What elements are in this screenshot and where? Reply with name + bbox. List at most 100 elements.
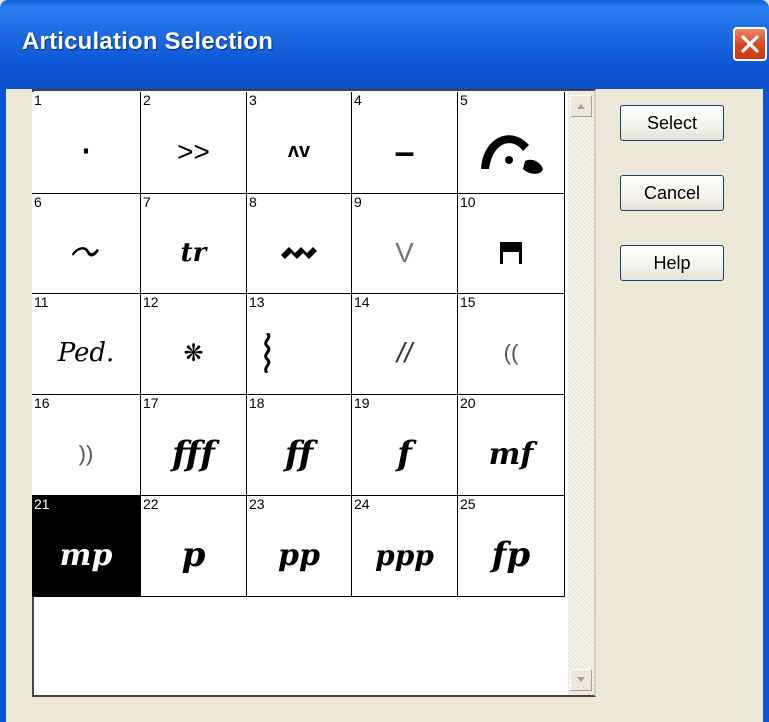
articulation-dialog: Articulation Selection 1 · 2 >> 3 ʌv 4 –…: [0, 0, 769, 722]
window-frame-right: [763, 89, 769, 722]
articulation-cell-10[interactable]: 10: [458, 194, 565, 294]
cell-number: 12: [143, 294, 159, 310]
cell-symbol: f: [397, 434, 412, 474]
cell-number: 19: [354, 395, 370, 411]
window-title: Articulation Selection: [22, 28, 274, 55]
articulation-cell-23[interactable]: 23 pp: [247, 496, 352, 597]
left-parens-icon: ((: [458, 312, 564, 394]
articulation-cell-13[interactable]: 13: [247, 294, 352, 395]
cell-number: 20: [460, 395, 476, 411]
marcato-icon: ʌv: [247, 110, 351, 193]
dynamic-ff: ff: [247, 413, 351, 495]
dynamic-fp: fp: [458, 514, 564, 596]
cell-symbol: mp: [59, 537, 113, 573]
cell-symbol: fff: [172, 434, 215, 474]
cell-number: 16: [34, 395, 50, 411]
cell-number: 4: [354, 92, 362, 108]
scroll-down-button[interactable]: [570, 669, 592, 691]
turn-icon: [32, 212, 140, 293]
articulation-cell-14[interactable]: 14 //: [352, 294, 458, 395]
cell-symbol: V: [395, 236, 414, 268]
tenuto-icon: –: [352, 110, 457, 193]
cell-number: 5: [460, 92, 468, 108]
cell-number: 6: [34, 194, 42, 210]
articulation-cell-7[interactable]: 7 tr: [141, 194, 247, 294]
select-button[interactable]: Select: [620, 105, 724, 141]
articulation-cell-19[interactable]: 19 f: [352, 395, 458, 496]
window-frame-left: [0, 89, 6, 722]
title-bar[interactable]: Articulation Selection: [0, 0, 769, 89]
articulation-cell-9[interactable]: 9 V: [352, 194, 458, 294]
cell-symbol: ((: [503, 340, 519, 365]
articulation-cell-18[interactable]: 18 ff: [247, 395, 352, 496]
accent-icon: >>: [141, 110, 246, 193]
mordent-icon: [247, 212, 351, 293]
articulation-cell-16[interactable]: 16 )): [32, 395, 141, 496]
cell-number: 10: [460, 194, 476, 210]
articulation-cell-11[interactable]: 11 Ped.: [32, 294, 141, 395]
cell-number: 8: [249, 194, 257, 210]
cell-symbol: fp: [491, 535, 531, 575]
scroll-up-button[interactable]: [570, 95, 592, 117]
articulation-grid[interactable]: 1 · 2 >> 3 ʌv 4 – 5 6 7 tr 8 9 V 10 11 P…: [32, 92, 568, 597]
cell-number: 25: [460, 496, 476, 512]
downbow-icon: [458, 212, 564, 293]
articulation-cell-25[interactable]: 25 fp: [458, 496, 565, 597]
articulation-cell-22[interactable]: 22 p: [141, 496, 247, 597]
cell-symbol: )): [78, 441, 94, 466]
pedal-release-icon: ❋: [141, 312, 246, 394]
articulation-cell-12[interactable]: 12 ❋: [141, 294, 247, 395]
cell-symbol: pp: [278, 537, 320, 573]
close-button[interactable]: [733, 27, 767, 61]
close-icon: [741, 35, 759, 53]
articulation-cell-5[interactable]: 5: [458, 92, 565, 194]
articulation-cell-15[interactable]: 15 ((: [458, 294, 565, 395]
articulation-cell-17[interactable]: 17 fff: [141, 395, 247, 496]
cell-symbol: mf: [488, 436, 534, 472]
cell-number: 11: [34, 294, 49, 310]
dynamic-pp: pp: [247, 514, 351, 596]
help-button[interactable]: Help: [620, 245, 724, 281]
cell-symbol: –: [394, 130, 415, 172]
dynamic-ppp: ppp: [352, 514, 457, 596]
cell-number: 3: [249, 92, 257, 108]
dynamic-p: p: [141, 514, 246, 596]
cell-number: 13: [249, 294, 265, 310]
articulation-cell-20[interactable]: 20 mf: [458, 395, 565, 496]
cell-symbol: ppp: [375, 538, 434, 572]
cell-number: 2: [143, 92, 151, 108]
arpeggio-icon: [247, 312, 351, 394]
cell-symbol: //: [396, 337, 413, 368]
cell-number: 15: [460, 294, 476, 310]
articulation-cell-4[interactable]: 4 –: [352, 92, 458, 194]
cancel-button[interactable]: Cancel: [620, 175, 724, 211]
articulation-cell-24[interactable]: 24 ppp: [352, 496, 458, 597]
dynamic-mf: mf: [458, 413, 564, 495]
articulation-cell-2[interactable]: 2 >>: [141, 92, 247, 194]
articulation-cell-8[interactable]: 8: [247, 194, 352, 294]
articulation-cell-1[interactable]: 1 ·: [32, 92, 141, 194]
vertical-scrollbar[interactable]: [568, 89, 596, 697]
cell-symbol: Ped.: [57, 338, 115, 368]
articulation-cell-21[interactable]: 21 mp: [32, 496, 141, 597]
cell-symbol: ff: [284, 434, 314, 474]
cell-number: 7: [143, 194, 151, 210]
right-parens-icon: )): [32, 413, 140, 495]
staccato-icon: ·: [32, 110, 140, 193]
cell-number: 24: [354, 496, 370, 512]
cell-symbol: ·: [79, 128, 93, 175]
trill-icon: tr: [141, 212, 246, 293]
cell-symbol: ❋: [183, 339, 204, 367]
pedal-icon: Ped.: [32, 312, 140, 394]
articulation-cell-6[interactable]: 6: [32, 194, 141, 294]
cell-number: 14: [354, 294, 370, 310]
cell-number: 17: [143, 395, 159, 411]
cell-number: 22: [143, 496, 159, 512]
cell-symbol: tr: [180, 237, 207, 268]
fermata-icon: [458, 110, 564, 193]
dynamic-f: f: [352, 413, 457, 495]
arrow-down-icon: [577, 677, 585, 682]
articulation-cell-3[interactable]: 3 ʌv: [247, 92, 352, 194]
upbow-icon: V: [352, 212, 457, 293]
cell-number: 23: [249, 496, 265, 512]
